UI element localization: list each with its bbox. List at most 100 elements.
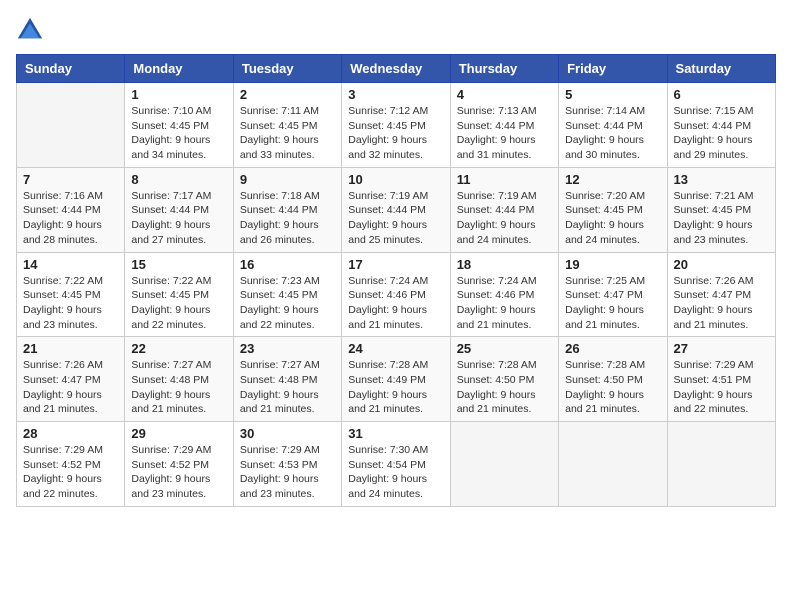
calendar-cell: 2Sunrise: 7:11 AMSunset: 4:45 PMDaylight… xyxy=(233,83,341,168)
calendar-cell xyxy=(17,83,125,168)
column-header-thursday: Thursday xyxy=(450,55,558,83)
day-number: 12 xyxy=(565,172,660,187)
calendar-cell: 12 Sunrise: 7:20 AMSunset: 4:45 PMDayligh… xyxy=(559,167,667,252)
day-info: Sunrise: 7:19 AMSunset: 4:44 PMDaylight:… xyxy=(348,189,443,248)
calendar-cell: 20Sunrise: 7:26 AMSunset: 4:47 PMDayligh… xyxy=(667,252,775,337)
calendar-cell: 10 Sunrise: 7:19 AMSunset: 4:44 PMDayligh… xyxy=(342,167,450,252)
day-info: Sunrise: 7:20 AMSunset: 4:45 PMDaylight:… xyxy=(565,189,660,248)
calendar-cell: 8 Sunrise: 7:17 AMSunset: 4:44 PMDaylight… xyxy=(125,167,233,252)
day-info: Sunrise: 7:25 AMSunset: 4:47 PMDaylight:… xyxy=(565,274,660,333)
day-info: Sunrise: 7:24 AMSunset: 4:46 PMDaylight:… xyxy=(457,274,552,333)
calendar-cell: 4 Sunrise: 7:13 AMSunset: 4:44 PMDaylight… xyxy=(450,83,558,168)
day-info: Sunrise: 7:24 AMSunset: 4:46 PMDaylight:… xyxy=(348,274,443,333)
calendar-cell: 31 Sunrise: 7:30 AMSunset: 4:54 PMDayligh… xyxy=(342,422,450,507)
day-info: Sunrise: 7:15 AMSunset: 4:44 PMDaylight:… xyxy=(674,104,769,163)
day-number: 18 xyxy=(457,257,552,272)
calendar-cell: 25 Sunrise: 7:28 AMSunset: 4:50 PMDayligh… xyxy=(450,337,558,422)
calendar-cell xyxy=(559,422,667,507)
calendar-cell: 19 Sunrise: 7:25 AMSunset: 4:47 PMDayligh… xyxy=(559,252,667,337)
calendar-week-row: 1 Sunrise: 7:10 AMSunset: 4:45 PMDaylight… xyxy=(17,83,776,168)
day-info: Sunrise: 7:28 AMSunset: 4:50 PMDaylight:… xyxy=(457,358,552,417)
calendar-cell: 17 Sunrise: 7:24 AMSunset: 4:46 PMDayligh… xyxy=(342,252,450,337)
logo xyxy=(16,16,48,44)
calendar-cell: 13 Sunrise: 7:21 AMSunset: 4:45 PMDayligh… xyxy=(667,167,775,252)
calendar-cell xyxy=(450,422,558,507)
day-info: Sunrise: 7:14 AMSunset: 4:44 PMDaylight:… xyxy=(565,104,660,163)
day-number: 11 xyxy=(457,172,552,187)
column-header-tuesday: Tuesday xyxy=(233,55,341,83)
calendar-cell: 9 Sunrise: 7:18 AMSunset: 4:44 PMDaylight… xyxy=(233,167,341,252)
page-header xyxy=(16,16,776,44)
day-number: 27 xyxy=(674,341,769,356)
day-info: Sunrise: 7:29 AMSunset: 4:53 PMDaylight:… xyxy=(240,443,335,502)
day-info: Sunrise: 7:27 AMSunset: 4:48 PMDaylight:… xyxy=(240,358,335,417)
day-info: Sunrise: 7:17 AMSunset: 4:44 PMDaylight:… xyxy=(131,189,226,248)
calendar-cell: 15 Sunrise: 7:22 AMSunset: 4:45 PMDayligh… xyxy=(125,252,233,337)
calendar-cell: 3Sunrise: 7:12 AMSunset: 4:45 PMDaylight… xyxy=(342,83,450,168)
day-number: 8 xyxy=(131,172,226,187)
calendar-cell xyxy=(667,422,775,507)
calendar-cell: 27Sunrise: 7:29 AMSunset: 4:51 PMDayligh… xyxy=(667,337,775,422)
day-number: 30 xyxy=(240,426,335,441)
day-info: Sunrise: 7:10 AMSunset: 4:45 PMDaylight:… xyxy=(131,104,226,163)
calendar-cell: 23 Sunrise: 7:27 AMSunset: 4:48 PMDayligh… xyxy=(233,337,341,422)
day-number: 31 xyxy=(348,426,443,441)
day-info: Sunrise: 7:26 AMSunset: 4:47 PMDaylight:… xyxy=(23,358,118,417)
day-info: Sunrise: 7:23 AMSunset: 4:45 PMDaylight:… xyxy=(240,274,335,333)
day-number: 17 xyxy=(348,257,443,272)
day-number: 19 xyxy=(565,257,660,272)
day-info: Sunrise: 7:11 AMSunset: 4:45 PMDaylight:… xyxy=(240,104,335,163)
day-number: 28 xyxy=(23,426,118,441)
day-info: Sunrise: 7:19 AMSunset: 4:44 PMDaylight:… xyxy=(457,189,552,248)
day-number: 21 xyxy=(23,341,118,356)
day-info: Sunrise: 7:22 AMSunset: 4:45 PMDaylight:… xyxy=(23,274,118,333)
day-number: 16 xyxy=(240,257,335,272)
calendar-cell: 11 Sunrise: 7:19 AMSunset: 4:44 PMDayligh… xyxy=(450,167,558,252)
day-number: 25 xyxy=(457,341,552,356)
day-number: 1 xyxy=(131,87,226,102)
calendar-cell: 6 Sunrise: 7:15 AMSunset: 4:44 PMDaylight… xyxy=(667,83,775,168)
day-info: Sunrise: 7:29 AMSunset: 4:52 PMDaylight:… xyxy=(23,443,118,502)
calendar-week-row: 28 Sunrise: 7:29 AMSunset: 4:52 PMDayligh… xyxy=(17,422,776,507)
column-header-sunday: Sunday xyxy=(17,55,125,83)
calendar-cell: 5 Sunrise: 7:14 AMSunset: 4:44 PMDaylight… xyxy=(559,83,667,168)
calendar-cell: 1 Sunrise: 7:10 AMSunset: 4:45 PMDaylight… xyxy=(125,83,233,168)
day-number: 20 xyxy=(674,257,769,272)
calendar-cell: 29Sunrise: 7:29 AMSunset: 4:52 PMDayligh… xyxy=(125,422,233,507)
day-number: 6 xyxy=(674,87,769,102)
day-number: 4 xyxy=(457,87,552,102)
column-header-wednesday: Wednesday xyxy=(342,55,450,83)
day-info: Sunrise: 7:30 AMSunset: 4:54 PMDaylight:… xyxy=(348,443,443,502)
day-info: Sunrise: 7:28 AMSunset: 4:49 PMDaylight:… xyxy=(348,358,443,417)
day-info: Sunrise: 7:18 AMSunset: 4:44 PMDaylight:… xyxy=(240,189,335,248)
calendar-table: SundayMondayTuesdayWednesdayThursdayFrid… xyxy=(16,54,776,507)
calendar-week-row: 7Sunrise: 7:16 AMSunset: 4:44 PMDaylight… xyxy=(17,167,776,252)
day-info: Sunrise: 7:22 AMSunset: 4:45 PMDaylight:… xyxy=(131,274,226,333)
day-info: Sunrise: 7:13 AMSunset: 4:44 PMDaylight:… xyxy=(457,104,552,163)
calendar-cell: 21 Sunrise: 7:26 AMSunset: 4:47 PMDayligh… xyxy=(17,337,125,422)
day-number: 14 xyxy=(23,257,118,272)
calendar-cell: 7Sunrise: 7:16 AMSunset: 4:44 PMDaylight… xyxy=(17,167,125,252)
day-number: 5 xyxy=(565,87,660,102)
day-number: 10 xyxy=(348,172,443,187)
day-number: 13 xyxy=(674,172,769,187)
calendar-cell: 14 Sunrise: 7:22 AMSunset: 4:45 PMDayligh… xyxy=(17,252,125,337)
day-number: 15 xyxy=(131,257,226,272)
day-info: Sunrise: 7:28 AMSunset: 4:50 PMDaylight:… xyxy=(565,358,660,417)
day-number: 9 xyxy=(240,172,335,187)
day-info: Sunrise: 7:21 AMSunset: 4:45 PMDaylight:… xyxy=(674,189,769,248)
day-info: Sunrise: 7:12 AMSunset: 4:45 PMDaylight:… xyxy=(348,104,443,163)
calendar-cell: 18 Sunrise: 7:24 AMSunset: 4:46 PMDayligh… xyxy=(450,252,558,337)
calendar-week-row: 14 Sunrise: 7:22 AMSunset: 4:45 PMDayligh… xyxy=(17,252,776,337)
day-info: Sunrise: 7:27 AMSunset: 4:48 PMDaylight:… xyxy=(131,358,226,417)
day-number: 24 xyxy=(348,341,443,356)
calendar-cell: 24 Sunrise: 7:28 AMSunset: 4:49 PMDayligh… xyxy=(342,337,450,422)
day-number: 22 xyxy=(131,341,226,356)
day-info: Sunrise: 7:29 AMSunset: 4:52 PMDaylight:… xyxy=(131,443,226,502)
calendar-cell: 30 Sunrise: 7:29 AMSunset: 4:53 PMDayligh… xyxy=(233,422,341,507)
day-number: 23 xyxy=(240,341,335,356)
column-header-monday: Monday xyxy=(125,55,233,83)
logo-icon xyxy=(16,16,44,44)
calendar-cell: 22 Sunrise: 7:27 AMSunset: 4:48 PMDayligh… xyxy=(125,337,233,422)
column-header-friday: Friday xyxy=(559,55,667,83)
